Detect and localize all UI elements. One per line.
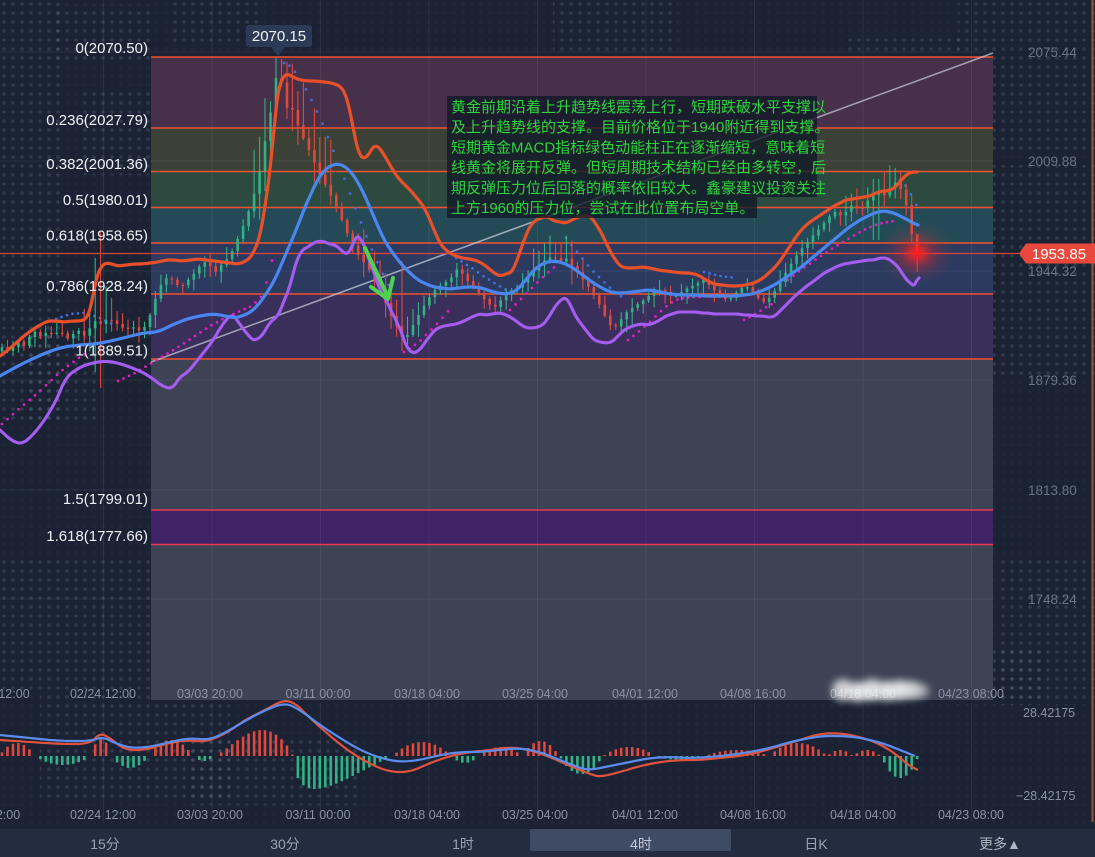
svg-text:上方1960的压力位，尝试在此位置布局空单。: 上方1960的压力位，尝试在此位置布局空单。 <box>451 200 754 217</box>
svg-text:04/01 12:00: 04/01 12:00 <box>612 808 678 822</box>
svg-text:2075.44: 2075.44 <box>1028 45 1077 60</box>
svg-text:更多▲: 更多▲ <box>979 836 1021 852</box>
svg-text:03/03 20:00: 03/03 20:00 <box>177 687 243 701</box>
svg-text:0.382(2001.36): 0.382(2001.36) <box>46 156 148 173</box>
svg-text:0.786(1928.24): 0.786(1928.24) <box>46 278 148 295</box>
svg-text:03/03 20:00: 03/03 20:00 <box>177 808 243 822</box>
svg-text:1748.24: 1748.24 <box>1028 592 1077 607</box>
svg-text:4时: 4时 <box>630 836 652 852</box>
svg-text:28.42175: 28.42175 <box>1023 706 1075 720</box>
svg-text:04/08 16:00: 04/08 16:00 <box>720 687 786 701</box>
svg-text:03/18 04:00: 03/18 04:00 <box>394 687 460 701</box>
svg-text:期反弹压力位后回落的概率依旧较大。鑫豪建议投资关注: 期反弹压力位后回落的概率依旧较大。鑫豪建议投资关注 <box>451 179 826 197</box>
svg-text:及上升趋势线的支撑。目前价格位于1940附近得到支撑。: 及上升趋势线的支撑。目前价格位于1940附近得到支撑。 <box>451 119 829 136</box>
svg-text:1813.80: 1813.80 <box>1028 483 1077 498</box>
svg-text:04/23 08:00: 04/23 08:00 <box>938 808 1004 822</box>
svg-text:03/25 04:00: 03/25 04:00 <box>502 687 568 701</box>
svg-text:2009.88: 2009.88 <box>1028 154 1077 169</box>
svg-text:04/18 04:00: 04/18 04:00 <box>830 808 896 822</box>
svg-text:02/24 12:00: 02/24 12:00 <box>70 808 136 822</box>
svg-text:黄金前期沿着上升趋势线震荡上行，短期跌破水平支撑以: 黄金前期沿着上升趋势线震荡上行，短期跌破水平支撑以 <box>451 99 826 116</box>
svg-text:1(1889.51): 1(1889.51) <box>75 343 148 360</box>
svg-text:03/11 00:00: 03/11 00:00 <box>285 687 350 701</box>
svg-text:1944.32: 1944.32 <box>1028 264 1077 279</box>
svg-text:04/08 16:00: 04/08 16:00 <box>720 808 786 822</box>
svg-text:0.236(2027.79): 0.236(2027.79) <box>46 112 148 129</box>
svg-text:04/23 08:00: 04/23 08:00 <box>938 687 1004 701</box>
svg-text:12:00: 12:00 <box>0 687 30 701</box>
svg-text:1时: 1时 <box>452 836 474 852</box>
svg-text:0.5(1980.01): 0.5(1980.01) <box>63 192 148 209</box>
svg-text:03/25 04:00: 03/25 04:00 <box>502 808 568 822</box>
svg-text:02/24 12:00: 02/24 12:00 <box>70 687 136 701</box>
svg-text:0.618(1958.65): 0.618(1958.65) <box>46 228 148 245</box>
svg-text:0(2070.50): 0(2070.50) <box>75 40 148 57</box>
svg-text:1.5(1799.01): 1.5(1799.01) <box>63 491 148 508</box>
svg-text:2070.15: 2070.15 <box>252 28 306 45</box>
svg-text:15分: 15分 <box>90 836 120 852</box>
svg-text:03/11 00:00: 03/11 00:00 <box>285 808 350 822</box>
svg-text:−28.42175: −28.42175 <box>1016 789 1075 803</box>
svg-text:03/18 04:00: 03/18 04:00 <box>394 808 460 822</box>
svg-text:线黄金将展开反弹。但短周期技术结构已经由多转空，后: 线黄金将展开反弹。但短周期技术结构已经由多转空，后 <box>451 160 826 177</box>
svg-text:1.618(1777.66): 1.618(1777.66) <box>46 528 148 545</box>
svg-text:1953.85: 1953.85 <box>1032 246 1086 263</box>
svg-text:04/01 12:00: 04/01 12:00 <box>612 687 678 701</box>
svg-text:短期黄金MACD指标绿色动能柱正在逐渐缩短，意味着短: 短期黄金MACD指标绿色动能柱正在逐渐缩短，意味着短 <box>451 138 825 156</box>
svg-text:1879.36: 1879.36 <box>1028 373 1077 388</box>
svg-text:2:00: 2:00 <box>0 808 20 822</box>
svg-text:日K: 日K <box>804 836 828 852</box>
svg-text:30分: 30分 <box>270 836 300 852</box>
